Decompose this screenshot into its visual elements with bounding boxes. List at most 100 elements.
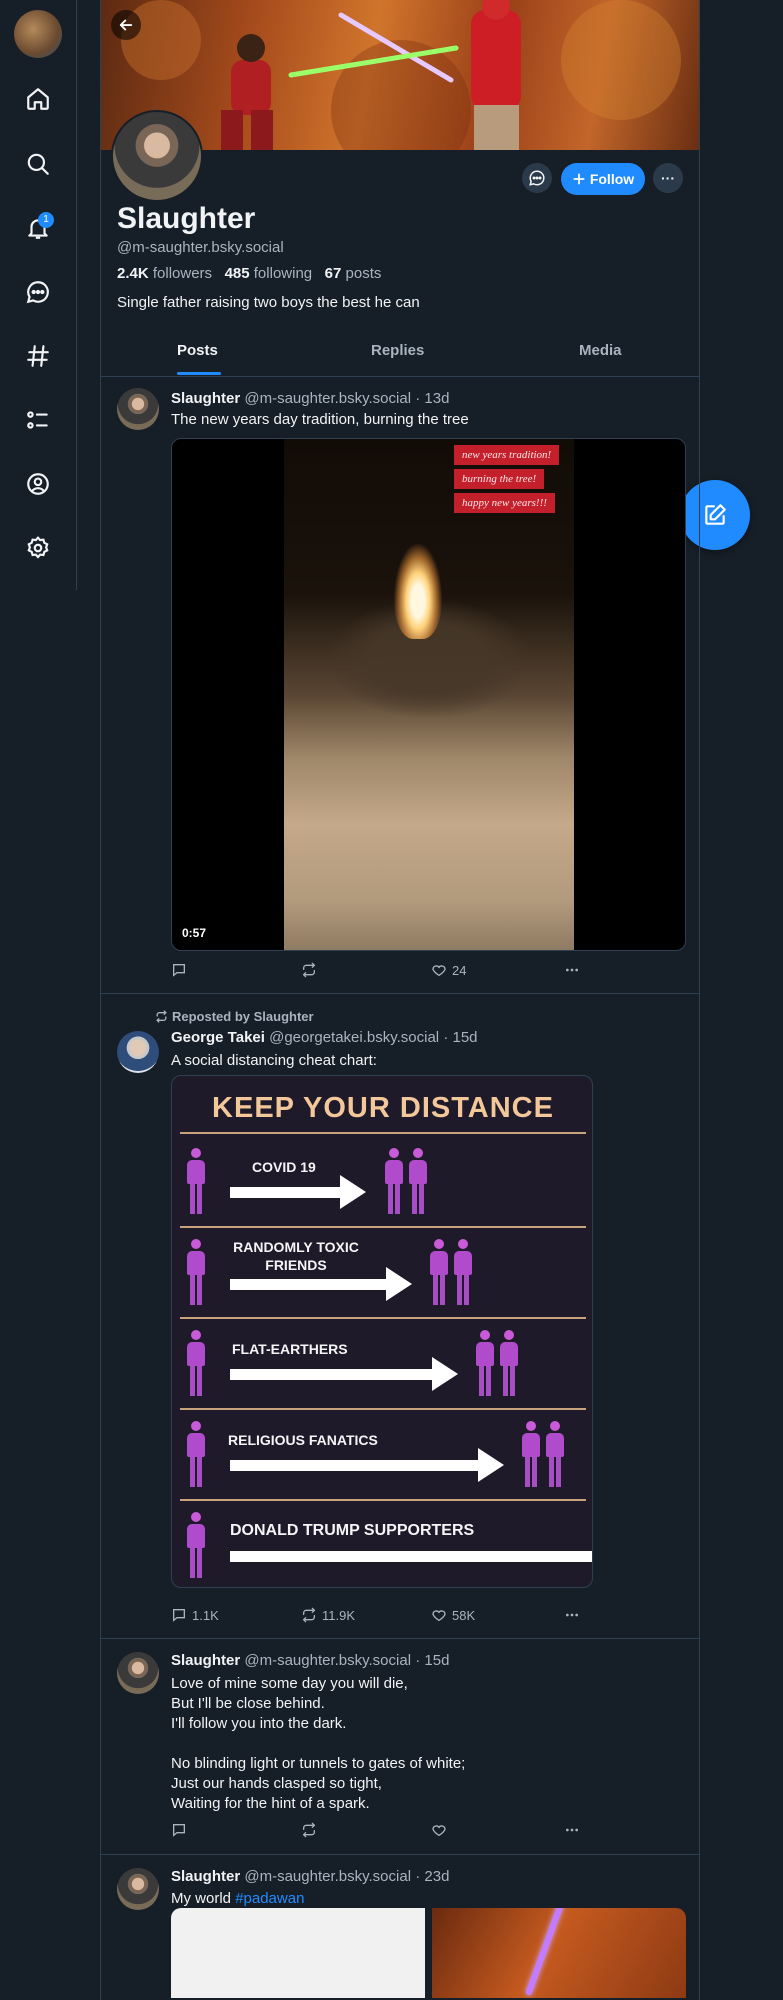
- post-more-button[interactable]: [563, 962, 581, 978]
- post-author-name[interactable]: Slaughter: [171, 390, 240, 407]
- feed-post[interactable]: Slaughter @m-saughter.bsky.social · 23d …: [101, 1854, 699, 2000]
- post-text: My world #padawan: [171, 1889, 304, 1909]
- hashtag-link[interactable]: #padawan: [235, 1890, 304, 1907]
- ellipsis-icon: [566, 968, 578, 972]
- chart-divider: [180, 1317, 586, 1319]
- profile-tabs: Posts Replies Media: [101, 332, 699, 377]
- post-image-distance-chart[interactable]: KEEP YOUR DISTANCE COVID 19 RANDOMLY TOX…: [171, 1075, 593, 1588]
- repost-label[interactable]: Reposted by Slaughter: [155, 1009, 314, 1024]
- arrow-head-shape: [478, 1448, 504, 1482]
- posts-stat: 67 posts: [325, 265, 382, 282]
- search-icon[interactable]: [20, 146, 56, 182]
- followers-stat[interactable]: 2.4K followers: [117, 265, 212, 282]
- feeds-hash-icon[interactable]: [20, 338, 56, 374]
- post-image-2[interactable]: [432, 1908, 686, 1998]
- reply-icon: [173, 964, 185, 977]
- post-text-body: My world: [171, 1890, 232, 1907]
- chat-icon[interactable]: [20, 274, 56, 310]
- reply-button[interactable]: 1.1K: [171, 1607, 219, 1623]
- reply-icon: [173, 1824, 185, 1837]
- heart-icon: [432, 1610, 446, 1622]
- post-author-avatar[interactable]: [117, 1031, 159, 1073]
- person-figure: [429, 1239, 449, 1307]
- following-label: following: [253, 265, 313, 282]
- post-author-avatar[interactable]: [117, 388, 159, 430]
- post-author-handle[interactable]: @m-saughter.bsky.social: [244, 1868, 411, 1885]
- post-author-name[interactable]: Slaughter: [171, 1868, 240, 1885]
- post-age[interactable]: 23d: [424, 1868, 449, 1885]
- chart-row-label: COVID 19: [252, 1159, 316, 1175]
- feed-post[interactable]: Slaughter @m-saughter.bsky.social · 15d …: [101, 1638, 699, 1855]
- reply-icon: [173, 1609, 185, 1622]
- repost-button[interactable]: [301, 962, 322, 978]
- ellipsis-icon: [566, 1613, 578, 1617]
- left-nav: 1: [0, 0, 77, 590]
- current-user-avatar[interactable]: [14, 10, 62, 58]
- tab-media[interactable]: Media: [579, 342, 622, 359]
- arrow-head-shape: [386, 1267, 412, 1301]
- post-video[interactable]: new years tradition! burning the tree! h…: [171, 438, 686, 951]
- person-figure: [453, 1239, 473, 1307]
- fire-glow-shape: [394, 544, 442, 639]
- post-more-button[interactable]: [563, 1822, 581, 1838]
- post-image-grid: [171, 1908, 686, 1998]
- post-author-handle[interactable]: @m-saughter.bsky.social: [244, 1652, 411, 1669]
- post-more-button[interactable]: [563, 1607, 581, 1623]
- post-author-avatar[interactable]: [117, 1868, 159, 1910]
- message-button[interactable]: [522, 163, 552, 193]
- post-image-1[interactable]: [171, 1908, 425, 1998]
- like-button[interactable]: [431, 1822, 452, 1838]
- profile-more-button[interactable]: ···: [653, 163, 683, 193]
- post-header: George Takei @georgetakei.bsky.social · …: [171, 1029, 478, 1046]
- following-stat[interactable]: 485 following: [225, 265, 313, 282]
- post-age[interactable]: 13d: [424, 390, 449, 407]
- chat-bubble-icon: [529, 170, 545, 186]
- lists-icon[interactable]: [20, 402, 56, 438]
- post-author-handle[interactable]: @georgetakei.bsky.social: [269, 1029, 439, 1046]
- chart-row-label: RANDOMLY TOXIC FRIENDS: [233, 1239, 359, 1273]
- tab-replies[interactable]: Replies: [371, 342, 424, 359]
- post-author-name[interactable]: George Takei: [171, 1029, 265, 1046]
- followers-count: 2.4K: [117, 265, 149, 282]
- chart-image-title: KEEP YOUR DISTANCE: [212, 1092, 554, 1124]
- person-figure: [499, 1330, 519, 1398]
- reply-button[interactable]: [171, 1822, 192, 1838]
- posts-label: posts: [345, 265, 382, 282]
- post-age[interactable]: 15d: [424, 1652, 449, 1669]
- feed-post[interactable]: Slaughter @m-saughter.bsky.social · 13d …: [101, 376, 699, 994]
- arrow-shape: [230, 1187, 342, 1198]
- video-caption-2: burning the tree!: [454, 469, 545, 489]
- follow-button[interactable]: Follow: [561, 163, 645, 195]
- post-actions: 24: [171, 962, 591, 982]
- settings-gear-icon[interactable]: [20, 530, 56, 566]
- post-author-name[interactable]: Slaughter: [171, 1652, 240, 1669]
- arrow-shape: [230, 1551, 592, 1562]
- person-figure: [186, 1512, 206, 1580]
- profile-handle: @m-saughter.bsky.social: [117, 239, 284, 256]
- repost-button[interactable]: 11.9K: [301, 1607, 355, 1623]
- back-button[interactable]: [111, 10, 141, 40]
- person-figure: [186, 1421, 206, 1489]
- repost-button[interactable]: [301, 1822, 322, 1838]
- person-figure: [186, 1148, 206, 1216]
- profile-display-name: Slaughter: [117, 202, 256, 235]
- heart-icon: [432, 1825, 446, 1837]
- profile-icon[interactable]: [20, 466, 56, 502]
- tab-posts[interactable]: Posts: [177, 342, 218, 359]
- chart-divider: [180, 1408, 586, 1410]
- post-text: The new years day tradition, burning the…: [171, 411, 469, 428]
- person-figure: [521, 1421, 541, 1489]
- like-button[interactable]: 58K: [431, 1607, 475, 1623]
- home-icon[interactable]: [20, 81, 56, 117]
- post-age[interactable]: 15d: [453, 1029, 478, 1046]
- post-author-avatar[interactable]: [117, 1652, 159, 1694]
- repost-icon: [303, 1822, 315, 1838]
- like-button[interactable]: 24: [431, 962, 466, 978]
- post-text: A social distancing cheat chart:: [171, 1052, 377, 1069]
- reply-button[interactable]: [171, 962, 192, 978]
- ellipsis-icon: ···: [661, 170, 675, 186]
- ellipsis-icon: [566, 1828, 578, 1832]
- feed-post[interactable]: Reposted by Slaughter George Takei @geor…: [101, 993, 699, 1639]
- post-author-handle[interactable]: @m-saughter.bsky.social: [244, 390, 411, 407]
- profile-avatar[interactable]: [111, 110, 203, 202]
